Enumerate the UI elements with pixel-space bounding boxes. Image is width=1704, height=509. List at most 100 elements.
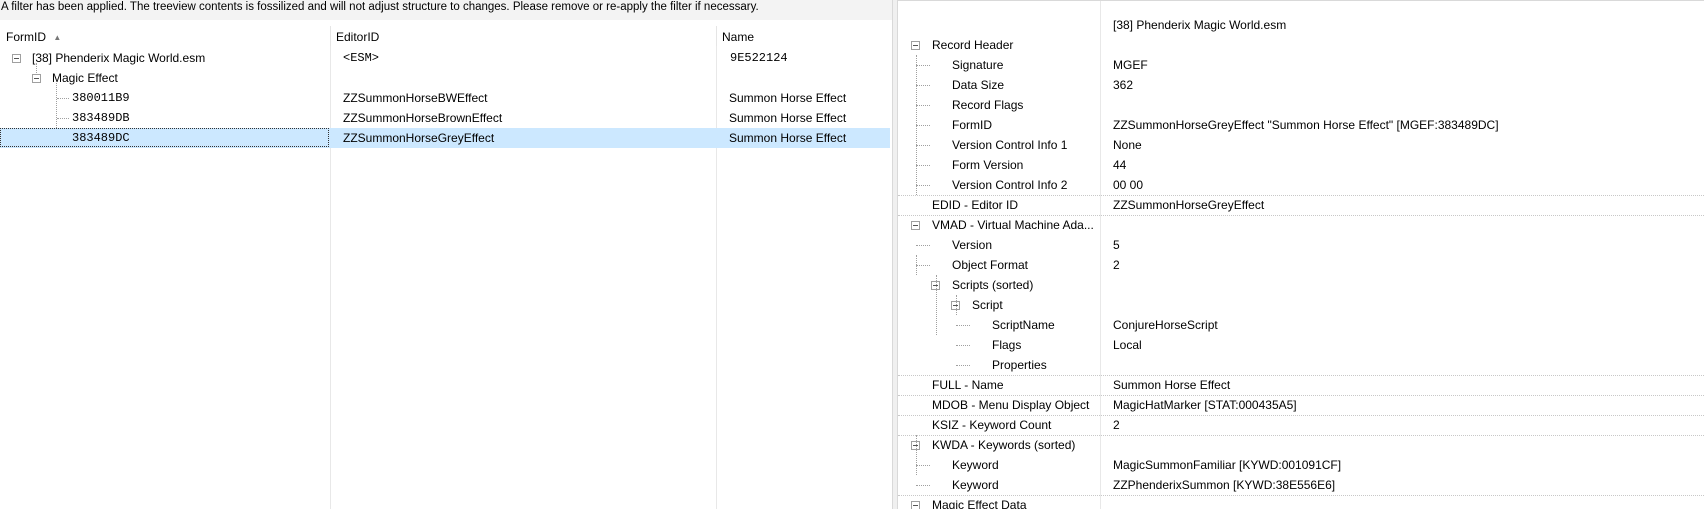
details-row[interactable]: ScriptName ConjureHorseScript: [898, 315, 1704, 335]
record-formid: 380011B9: [72, 91, 130, 105]
record-details-view[interactable]: [38] Phenderix Magic World.esm Record He…: [898, 0, 1704, 509]
column-header-editorid[interactable]: EditorID: [330, 26, 716, 46]
tree-line: [916, 145, 930, 146]
details-field-value[interactable]: MGEF: [1113, 55, 1148, 75]
tree-line: [956, 295, 957, 315]
details-row[interactable]: Form Version 44: [898, 155, 1704, 175]
tree-line: [916, 245, 930, 246]
details-row[interactable]: Object Format 2: [898, 255, 1704, 275]
record-name: Summon Horse Effect: [729, 131, 847, 145]
record-formid: 383489DC: [72, 131, 130, 145]
details-field-label: Form Version: [952, 158, 1024, 172]
collapse-icon[interactable]: [911, 221, 920, 230]
details-field-value[interactable]: Local: [1113, 335, 1142, 355]
details-row[interactable]: Record Header: [898, 35, 1704, 55]
details-row[interactable]: Signature MGEF: [898, 55, 1704, 75]
column-divider[interactable]: [716, 26, 717, 46]
details-field-label: Version: [952, 238, 993, 252]
details-field-value[interactable]: ConjureHorseScript: [1113, 315, 1218, 335]
row-separator: [898, 395, 1704, 396]
record-editorid: ZZSummonHorseGreyEffect: [343, 131, 495, 145]
details-row[interactable]: KSIZ - Keyword Count 2: [898, 415, 1704, 435]
column-divider[interactable]: [330, 26, 331, 46]
row-separator: [898, 375, 1704, 376]
details-field-label: KSIZ - Keyword Count: [932, 418, 1052, 432]
details-field-value[interactable]: MagicHatMarker [STAT:000435A5]: [1113, 395, 1297, 415]
tree-line: [916, 125, 930, 126]
tree-node-file[interactable]: [38] Phenderix Magic World.esm <ESM> 9E5…: [0, 48, 892, 68]
details-row[interactable]: Version 5: [898, 235, 1704, 255]
details-field-label: Keyword: [952, 478, 999, 492]
details-row[interactable]: Scripts (sorted): [898, 275, 1704, 295]
details-row[interactable]: Keyword MagicSummonFamiliar [KYWD:001091C…: [898, 455, 1704, 475]
collapse-icon[interactable]: [911, 501, 920, 509]
focus-rectangle: [0, 128, 329, 147]
treeview-header: FormID ▲ EditorID Name: [0, 26, 892, 46]
table-row[interactable]: 383489DB ZZSummonHorseBrownEffect Summon…: [0, 108, 892, 128]
details-row[interactable]: Data Size 362: [898, 75, 1704, 95]
details-row[interactable]: VMAD - Virtual Machine Ada...: [898, 215, 1704, 235]
tree-line: [916, 465, 930, 466]
details-row[interactable]: Version Control Info 1 None: [898, 135, 1704, 155]
row-separator: [898, 435, 1704, 436]
details-field-value[interactable]: None: [1113, 135, 1142, 155]
file-name: 9E522124: [730, 51, 788, 65]
details-field-value[interactable]: 2: [1113, 255, 1120, 275]
row-separator: [898, 415, 1704, 416]
details-field-value[interactable]: ZZPhenderixSummon [KYWD:38E556E6]: [1113, 475, 1335, 495]
tree-line: [916, 85, 930, 86]
details-row[interactable]: EDID - Editor ID ZZSummonHorseGreyEffect: [898, 195, 1704, 215]
tree-line: [916, 65, 930, 66]
details-field-label: Script: [972, 298, 1003, 312]
collapse-icon[interactable]: [12, 54, 21, 63]
file-label: [38] Phenderix Magic World.esm: [32, 51, 206, 65]
details-row[interactable]: FormID ZZSummonHorseGreyEffect "Summon Ho…: [898, 115, 1704, 135]
details-field-value[interactable]: ZZSummonHorseGreyEffect: [1113, 195, 1264, 215]
details-row[interactable]: Flags Local: [898, 335, 1704, 355]
details-row[interactable]: Keyword ZZPhenderixSummon [KYWD:38E556E6]: [898, 475, 1704, 495]
collapse-icon[interactable]: [911, 41, 920, 50]
record-editorid: ZZSummonHorseBWEffect: [343, 91, 488, 105]
column-header-name[interactable]: Name: [716, 26, 892, 46]
tree-line: [916, 55, 917, 195]
details-row[interactable]: Properties: [898, 355, 1704, 375]
details-file-header: [38] Phenderix Magic World.esm: [1113, 18, 1287, 32]
details-field-label: Magic Effect Data: [932, 498, 1027, 509]
details-field-label: Object Format: [952, 258, 1029, 272]
filter-warning-banner: A filter has been applied. The treeview …: [0, 0, 892, 20]
details-field-value[interactable]: ZZSummonHorseGreyEffect "Summon Horse Ef…: [1113, 115, 1499, 135]
details-row[interactable]: Script: [898, 295, 1704, 315]
tree-line: [916, 485, 930, 486]
details-field-label: Flags: [992, 338, 1022, 352]
table-row[interactable]: 380011B9 ZZSummonHorseBWEffect Summon Ho…: [0, 88, 892, 108]
details-field-label: Version Control Info 2: [952, 178, 1068, 192]
details-row[interactable]: Record Flags: [898, 95, 1704, 115]
details-row[interactable]: Magic Effect Data: [898, 495, 1704, 509]
details-field-value[interactable]: 5: [1113, 235, 1120, 255]
details-row[interactable]: FULL - Name Summon Horse Effect: [898, 375, 1704, 395]
file-editorid: <ESM>: [343, 51, 380, 65]
details-field-value[interactable]: MagicSummonFamiliar [KYWD:001091CF]: [1113, 455, 1341, 475]
details-field-value[interactable]: 44: [1113, 155, 1126, 175]
details-field-label: MDOB - Menu Display Object: [932, 398, 1090, 412]
details-field-label: Signature: [952, 58, 1004, 72]
details-row[interactable]: KWDA - Keywords (sorted): [898, 435, 1704, 455]
column-header-formid[interactable]: FormID ▲: [0, 26, 330, 46]
details-row[interactable]: Version Control Info 2 00 00: [898, 175, 1704, 195]
collapse-icon[interactable]: [32, 74, 41, 83]
navigation-treeview[interactable]: A filter has been applied. The treeview …: [0, 0, 892, 509]
tree-line: [916, 265, 930, 266]
details-field-value[interactable]: 00 00: [1113, 175, 1143, 195]
tree-line: [936, 275, 937, 335]
tree-node-group[interactable]: Magic Effect: [0, 68, 892, 88]
details-field-label: KWDA - Keywords (sorted): [932, 438, 1076, 452]
details-field-value[interactable]: 362: [1113, 75, 1133, 95]
details-field-label: Properties: [992, 358, 1047, 372]
details-row[interactable]: MDOB - Menu Display Object MagicHatMarker…: [898, 395, 1704, 415]
tree-line: [956, 325, 970, 326]
details-field-value[interactable]: Summon Horse Effect: [1113, 375, 1230, 395]
details-field-value[interactable]: 2: [1113, 415, 1120, 435]
table-row-selected[interactable]: 383489DC ZZSummonHorseGreyEffect Summon …: [0, 128, 890, 148]
sort-ascending-icon: ▲: [53, 33, 62, 42]
details-field-label: ScriptName: [992, 318, 1055, 332]
